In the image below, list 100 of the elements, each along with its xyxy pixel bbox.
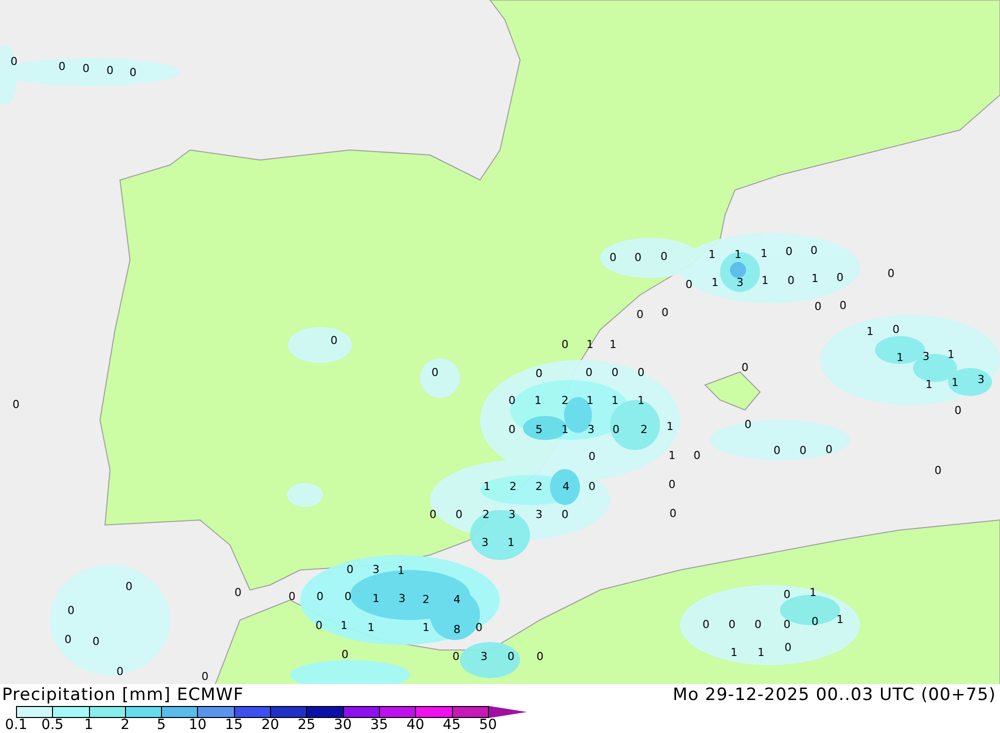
- scale-label: 2: [120, 718, 130, 733]
- precipitation-value: 0: [92, 636, 100, 648]
- scale-label: 25: [296, 718, 316, 733]
- scale-label: 0.5: [40, 718, 65, 733]
- precipitation-value: 2: [640, 424, 648, 436]
- precipitation-value: 0: [508, 651, 514, 663]
- valid-time: Mo 29-12-2025 00..03 UTC (00+75): [672, 685, 996, 705]
- precipitation-value: 1: [422, 622, 430, 634]
- precipitation-value: 1: [712, 277, 718, 289]
- precipitation-value: 1: [896, 352, 904, 364]
- precipitation-value: 0: [452, 651, 460, 663]
- precipitation-value: 0: [638, 367, 644, 379]
- precipitation-value: 0: [612, 424, 620, 436]
- precipitation-value: 0: [892, 324, 900, 336]
- precipitation-value: 1: [668, 450, 676, 462]
- precipitation-value: 1: [758, 647, 764, 659]
- precipitation-value: 0: [686, 279, 692, 291]
- precipitation-value: 0: [346, 564, 354, 576]
- precipitation-value: 0: [508, 395, 516, 407]
- precipitation-value: 1: [612, 395, 618, 407]
- precipitation-value: 1: [368, 622, 374, 634]
- precipitation-value: 3: [372, 564, 380, 576]
- island: [704, 371, 761, 411]
- precipitation-value: 1: [760, 248, 768, 260]
- precipitation-value: 1: [372, 593, 380, 605]
- precipitation-value: 0: [64, 634, 72, 646]
- precipitation-value: 0: [586, 367, 592, 379]
- precipitation-value: 1: [730, 647, 738, 659]
- precipitation-value: 0: [784, 619, 790, 631]
- precipitation-value: 2: [510, 481, 516, 493]
- precipitation-value: 1: [508, 537, 514, 549]
- precipitation-value: 0: [636, 309, 644, 321]
- scale-label: 30: [332, 718, 353, 733]
- precipitation-value: 0: [784, 589, 790, 601]
- precipitation-value: 0: [610, 252, 616, 264]
- precipitation-value: 3: [978, 374, 984, 386]
- scale-label: 10: [188, 718, 208, 733]
- precipitation-value: 1: [926, 379, 932, 391]
- precipitation-value: 0: [536, 651, 544, 663]
- precipitation-value: 0: [536, 368, 542, 380]
- precipitation-value: 0: [344, 591, 352, 603]
- precipitation-value: 5: [536, 424, 542, 436]
- precipitation-value: 0: [288, 591, 296, 603]
- precipitation-value: 0: [330, 335, 338, 347]
- precipitation-value: 0: [840, 300, 846, 312]
- precipitation-value: 1: [948, 349, 954, 361]
- precipitation-value: 2: [482, 509, 490, 521]
- precipitation-value: 0: [836, 272, 844, 284]
- precipitation-value: 0: [784, 642, 792, 654]
- precipitation-value: 4: [562, 481, 570, 493]
- precipitation-value: 0: [12, 399, 20, 411]
- scale-label: 35: [369, 718, 390, 733]
- scale-label: 5: [156, 718, 167, 733]
- precipitation-value: 3: [482, 537, 488, 549]
- precipitation-value: 0: [744, 419, 752, 431]
- precipitation-value: 0: [754, 619, 762, 631]
- precipitation-value: 1: [638, 395, 644, 407]
- precipitation-value: 1: [610, 339, 616, 351]
- precipitation-value: 0: [82, 63, 90, 75]
- precipitation-value: 4: [454, 594, 460, 606]
- precipitation-value: 1: [734, 249, 742, 261]
- precipitation-value: 1: [810, 587, 816, 599]
- precipitation-value: 3: [736, 277, 744, 289]
- precipitation-value: 0: [814, 301, 822, 313]
- precipitation-value: 0: [728, 619, 736, 631]
- precipitation-value: 0: [202, 671, 208, 683]
- precipitation-value: 0: [634, 252, 642, 264]
- precipitation-value: 2: [536, 481, 542, 493]
- precipitation-value: 1: [586, 339, 594, 351]
- precipitation-value: 1: [762, 275, 768, 287]
- precipitation-value: 0: [126, 581, 132, 593]
- precipitation-value: 0: [660, 251, 668, 263]
- precipitation-value: 0: [430, 509, 436, 521]
- precipitation-value: 0: [934, 465, 942, 477]
- precipitation-value: 0: [612, 367, 618, 379]
- precipitation-value: 1: [952, 377, 958, 389]
- scale-label: 50: [478, 718, 498, 733]
- precipitation-value: 1: [866, 326, 874, 338]
- precipitation-value: 0: [826, 444, 832, 456]
- precipitation-value: 3: [480, 651, 488, 663]
- precipitation-value: 0: [116, 666, 124, 678]
- precipitation-value: 0: [774, 445, 780, 457]
- precipitation-value: 0: [68, 605, 74, 617]
- precipitation-value: 1: [534, 395, 542, 407]
- precipitation-value: 1: [708, 249, 716, 261]
- precipitation-value: 1: [484, 481, 490, 493]
- scale-label: 20: [260, 718, 280, 733]
- precipitation-value: 2: [562, 395, 568, 407]
- precipitation-value: 0: [508, 424, 516, 436]
- scale-label: 15: [224, 718, 244, 733]
- precipitation-value: 0: [588, 451, 596, 463]
- precipitation-value: 0: [476, 622, 482, 634]
- scale-label: 1: [83, 718, 94, 733]
- precipitation-value: 1: [340, 620, 348, 632]
- scale-label: 40: [406, 718, 426, 733]
- precipitation-value: 3: [922, 351, 930, 363]
- precipitation-value: 0: [130, 67, 136, 79]
- precipitation-value: 0: [316, 591, 324, 603]
- precipitation-value: 0: [888, 268, 894, 280]
- precipitation-value: 0: [106, 65, 114, 77]
